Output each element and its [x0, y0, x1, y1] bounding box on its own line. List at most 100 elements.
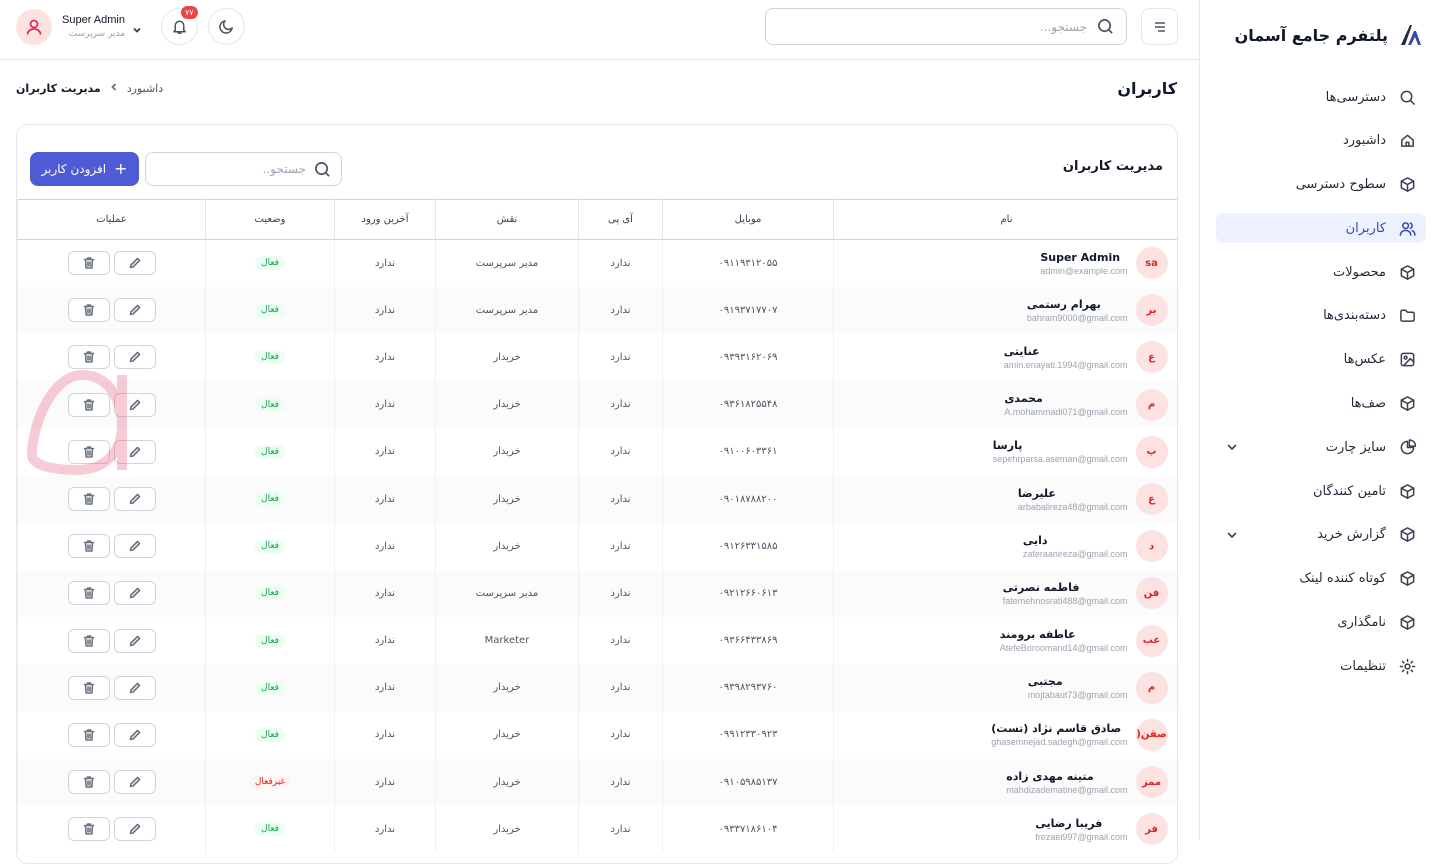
- edit-button[interactable]: [113, 817, 156, 842]
- cube-icon: [1398, 482, 1416, 500]
- edit-button[interactable]: [113, 675, 156, 700]
- table-row: م محمدی A.mohammadi071@gmail.com ۰۹۳۶۱۸۲۵۵۴…: [17, 381, 1177, 429]
- edit-button[interactable]: [113, 722, 156, 747]
- trash-icon: [83, 587, 94, 600]
- delete-button[interactable]: [67, 817, 110, 842]
- role-cell: مدیر سرپرست: [435, 239, 579, 287]
- sidebar-item-label: عکس‌ها: [1343, 352, 1386, 368]
- sidebar-item-2[interactable]: سطوح دسترسی: [1216, 170, 1426, 200]
- edit-button[interactable]: [113, 628, 156, 653]
- last-login-cell: ندارد: [334, 522, 436, 570]
- sidebar-item-11[interactable]: کوتاه کننده لینک: [1216, 564, 1426, 594]
- column-header-ip[interactable]: آی پی: [578, 199, 663, 240]
- card-title: مدیریت کاربران: [1062, 159, 1163, 174]
- table-search-input[interactable]: [156, 162, 306, 176]
- mobile-cell: ۰۹۰۱۸۷۸۸۲۰۰: [662, 475, 834, 523]
- actions-cell: [17, 758, 206, 806]
- status-badge: فعال: [255, 444, 285, 459]
- plus-icon: +: [114, 159, 128, 178]
- delete-button[interactable]: [67, 534, 110, 559]
- column-header-last-login[interactable]: آخرین ورود: [334, 199, 436, 240]
- column-header-mobile[interactable]: موبایل: [662, 199, 834, 240]
- chevron-down-icon[interactable]: [1224, 439, 1240, 455]
- delete-button[interactable]: [67, 487, 110, 512]
- mobile-cell: ۰۹۱۰۵۹۸۵۱۳۷: [662, 758, 834, 806]
- name-cell: م محمدی A.mohammadi071@gmail.com: [833, 381, 1177, 429]
- menu-toggle-button[interactable]: [1141, 8, 1178, 45]
- column-header-role[interactable]: نقش: [435, 199, 579, 240]
- sidebar-item-3[interactable]: کاربران: [1216, 213, 1426, 244]
- cube-icon: [1398, 263, 1416, 281]
- pencil-icon: [129, 824, 140, 835]
- ip-cell: ندارد: [578, 664, 663, 712]
- status-badge: غیرفعال: [248, 775, 292, 790]
- sidebar-item-1[interactable]: داشبورد: [1216, 126, 1426, 156]
- chevron-down-icon[interactable]: [1224, 527, 1240, 543]
- status-cell: فعال: [205, 569, 335, 617]
- delete-button[interactable]: [67, 581, 110, 606]
- trash-icon: [83, 729, 94, 741]
- sidebar-item-7[interactable]: صف‌ها: [1216, 389, 1426, 419]
- last-login-cell: ندارد: [334, 664, 436, 712]
- table-row: sa Super Admin admin@example.com ۰۹۱۱۹۳۱۲۰۵…: [17, 239, 1177, 287]
- last-login-cell: ندارد: [334, 239, 436, 287]
- role-cell: خریدار: [435, 428, 579, 476]
- sidebar-item-5[interactable]: دسته‌بندی‌ها: [1216, 301, 1426, 331]
- cube-icon: [1398, 570, 1416, 588]
- edit-button[interactable]: [113, 534, 156, 559]
- cube-icon: [1398, 614, 1416, 632]
- ip-cell: ندارد: [578, 381, 663, 429]
- user-full-name: متینه مهدی زاده: [1006, 769, 1094, 783]
- name-cell: ممز متینه مهدی زاده mahdizadematine@gmail.…: [833, 758, 1177, 806]
- role-cell: خریدار: [435, 664, 579, 712]
- sidebar-item-9[interactable]: تامین کنندگان: [1216, 476, 1426, 506]
- theme-toggle-button[interactable]: [208, 8, 245, 45]
- delete-button[interactable]: [67, 251, 110, 276]
- add-user-button[interactable]: افزودن کاربر +: [30, 152, 139, 186]
- sidebar-item-6[interactable]: عکس‌ها: [1216, 345, 1426, 375]
- sidebar-item-label: سطوح دسترسی: [1295, 177, 1386, 193]
- delete-button[interactable]: [67, 722, 110, 747]
- sidebar-item-13[interactable]: تنظیمات: [1216, 651, 1426, 681]
- user-email: bahram9000@gmail.com: [1026, 312, 1128, 323]
- user-email: sepehrparsa.aseman@gmail.com: [992, 454, 1128, 465]
- edit-button[interactable]: [113, 581, 156, 606]
- sidebar-item-10[interactable]: گزارش خرید: [1216, 520, 1426, 550]
- actions-cell: [17, 569, 206, 617]
- notifications-button[interactable]: ۷۷: [161, 6, 198, 45]
- name-cell: م مجتبی mojtabaut73@gmail.com: [833, 664, 1177, 712]
- ip-cell: ندارد: [578, 522, 663, 570]
- name-cell: فن فاطمه نصرتی fatemehnosrati488@gmail.com: [833, 569, 1177, 617]
- brand[interactable]: پلتفرم جامع آسمان: [1235, 20, 1424, 50]
- global-search-input[interactable]: [778, 19, 1087, 34]
- status-badge: فعال: [255, 397, 285, 412]
- edit-button[interactable]: [113, 298, 156, 323]
- last-login-cell: ندارد: [334, 381, 436, 429]
- last-login-cell: ندارد: [334, 475, 436, 523]
- sidebar-item-4[interactable]: محصولات: [1216, 257, 1426, 287]
- mobile-cell: ۰۹۱۰۰۶۰۳۳۶۱: [662, 428, 834, 476]
- sidebar-item-12[interactable]: نامگذاری: [1216, 608, 1426, 638]
- edit-button[interactable]: [113, 487, 156, 512]
- delete-button[interactable]: [67, 770, 110, 795]
- actions-cell: [17, 805, 206, 853]
- delete-button[interactable]: [67, 298, 110, 323]
- trash-icon: [83, 351, 94, 364]
- edit-button[interactable]: [113, 770, 156, 795]
- sidebar-item-label: سایز چارت: [1325, 439, 1386, 455]
- user-full-name: فریبا رضایی: [1035, 816, 1103, 830]
- status-cell: فعال: [205, 286, 335, 334]
- delete-button[interactable]: [67, 675, 110, 700]
- user-email: AtefeBoroomand14@gmail.com: [999, 643, 1128, 654]
- user-menu[interactable]: Super Admin مدیر سرپرست: [16, 8, 152, 45]
- delete-button[interactable]: [67, 628, 110, 653]
- status-cell: فعال: [205, 381, 335, 429]
- column-header-name[interactable]: نام: [833, 199, 1177, 240]
- column-header-status[interactable]: وضعیت: [205, 199, 335, 240]
- sidebar-item-0[interactable]: دسترسی‌ها: [1216, 82, 1426, 112]
- breadcrumb-home-link[interactable]: داشبورد: [127, 82, 163, 95]
- edit-button[interactable]: [113, 251, 156, 276]
- avatar: بر: [1135, 294, 1168, 327]
- avatar: م: [1135, 671, 1168, 704]
- sidebar-item-8[interactable]: سایز چارت: [1216, 432, 1426, 462]
